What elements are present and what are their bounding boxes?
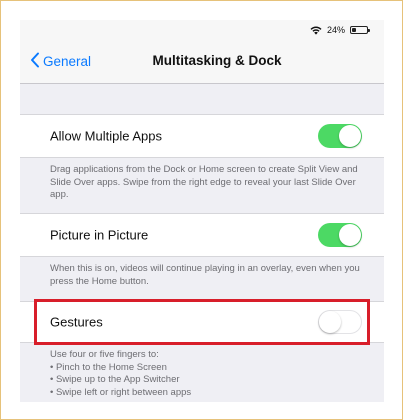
gesture-list-item: • Pinch to the Home Screen [50, 361, 167, 373]
gesture-list-item: • Swipe left or right between apps [50, 386, 192, 398]
battery-percentage: 24% [326, 25, 345, 35]
setting-label: Picture in Picture [50, 227, 149, 243]
setting-footer: When this is on, videos will continue pl… [50, 263, 360, 287]
ipad-screen: 24% General Multitasking & Dock Allow Mu… [20, 20, 384, 402]
gestures-intro: Use four or five fingers to: [50, 349, 159, 360]
setting-label: Gestures [50, 314, 103, 330]
setting-row-picture-in-picture: Picture in Picture [20, 213, 384, 257]
screenshot-frame: 24% General Multitasking & Dock Allow Mu… [0, 0, 403, 420]
gesture-list-item: • Swipe up to the App Switcher [50, 374, 180, 385]
toggle-knob [319, 311, 341, 333]
toggle-knob [339, 125, 361, 147]
allow-multiple-apps-toggle[interactable] [318, 124, 362, 148]
picture-in-picture-toggle[interactable] [318, 223, 362, 247]
setting-row-allow-multiple-apps: Allow Multiple Apps [20, 114, 384, 158]
wifi-icon [310, 26, 322, 35]
gestures-footer: Use four or five fingers to: • Pinch to … [50, 349, 362, 399]
gestures-toggle[interactable] [318, 310, 362, 334]
status-right: 24% [310, 24, 370, 36]
toggle-knob [339, 224, 361, 246]
page-title: Multitasking & Dock [152, 53, 282, 68]
setting-label: Allow Multiple Apps [50, 128, 162, 144]
status-bar: 24% [20, 20, 384, 40]
setting-footer: Drag applications from the Dock or Home … [50, 164, 358, 200]
navigation-bar: General Multitasking & Dock [20, 40, 384, 84]
battery-icon [350, 26, 370, 34]
setting-row-gestures: Gestures [20, 301, 384, 343]
